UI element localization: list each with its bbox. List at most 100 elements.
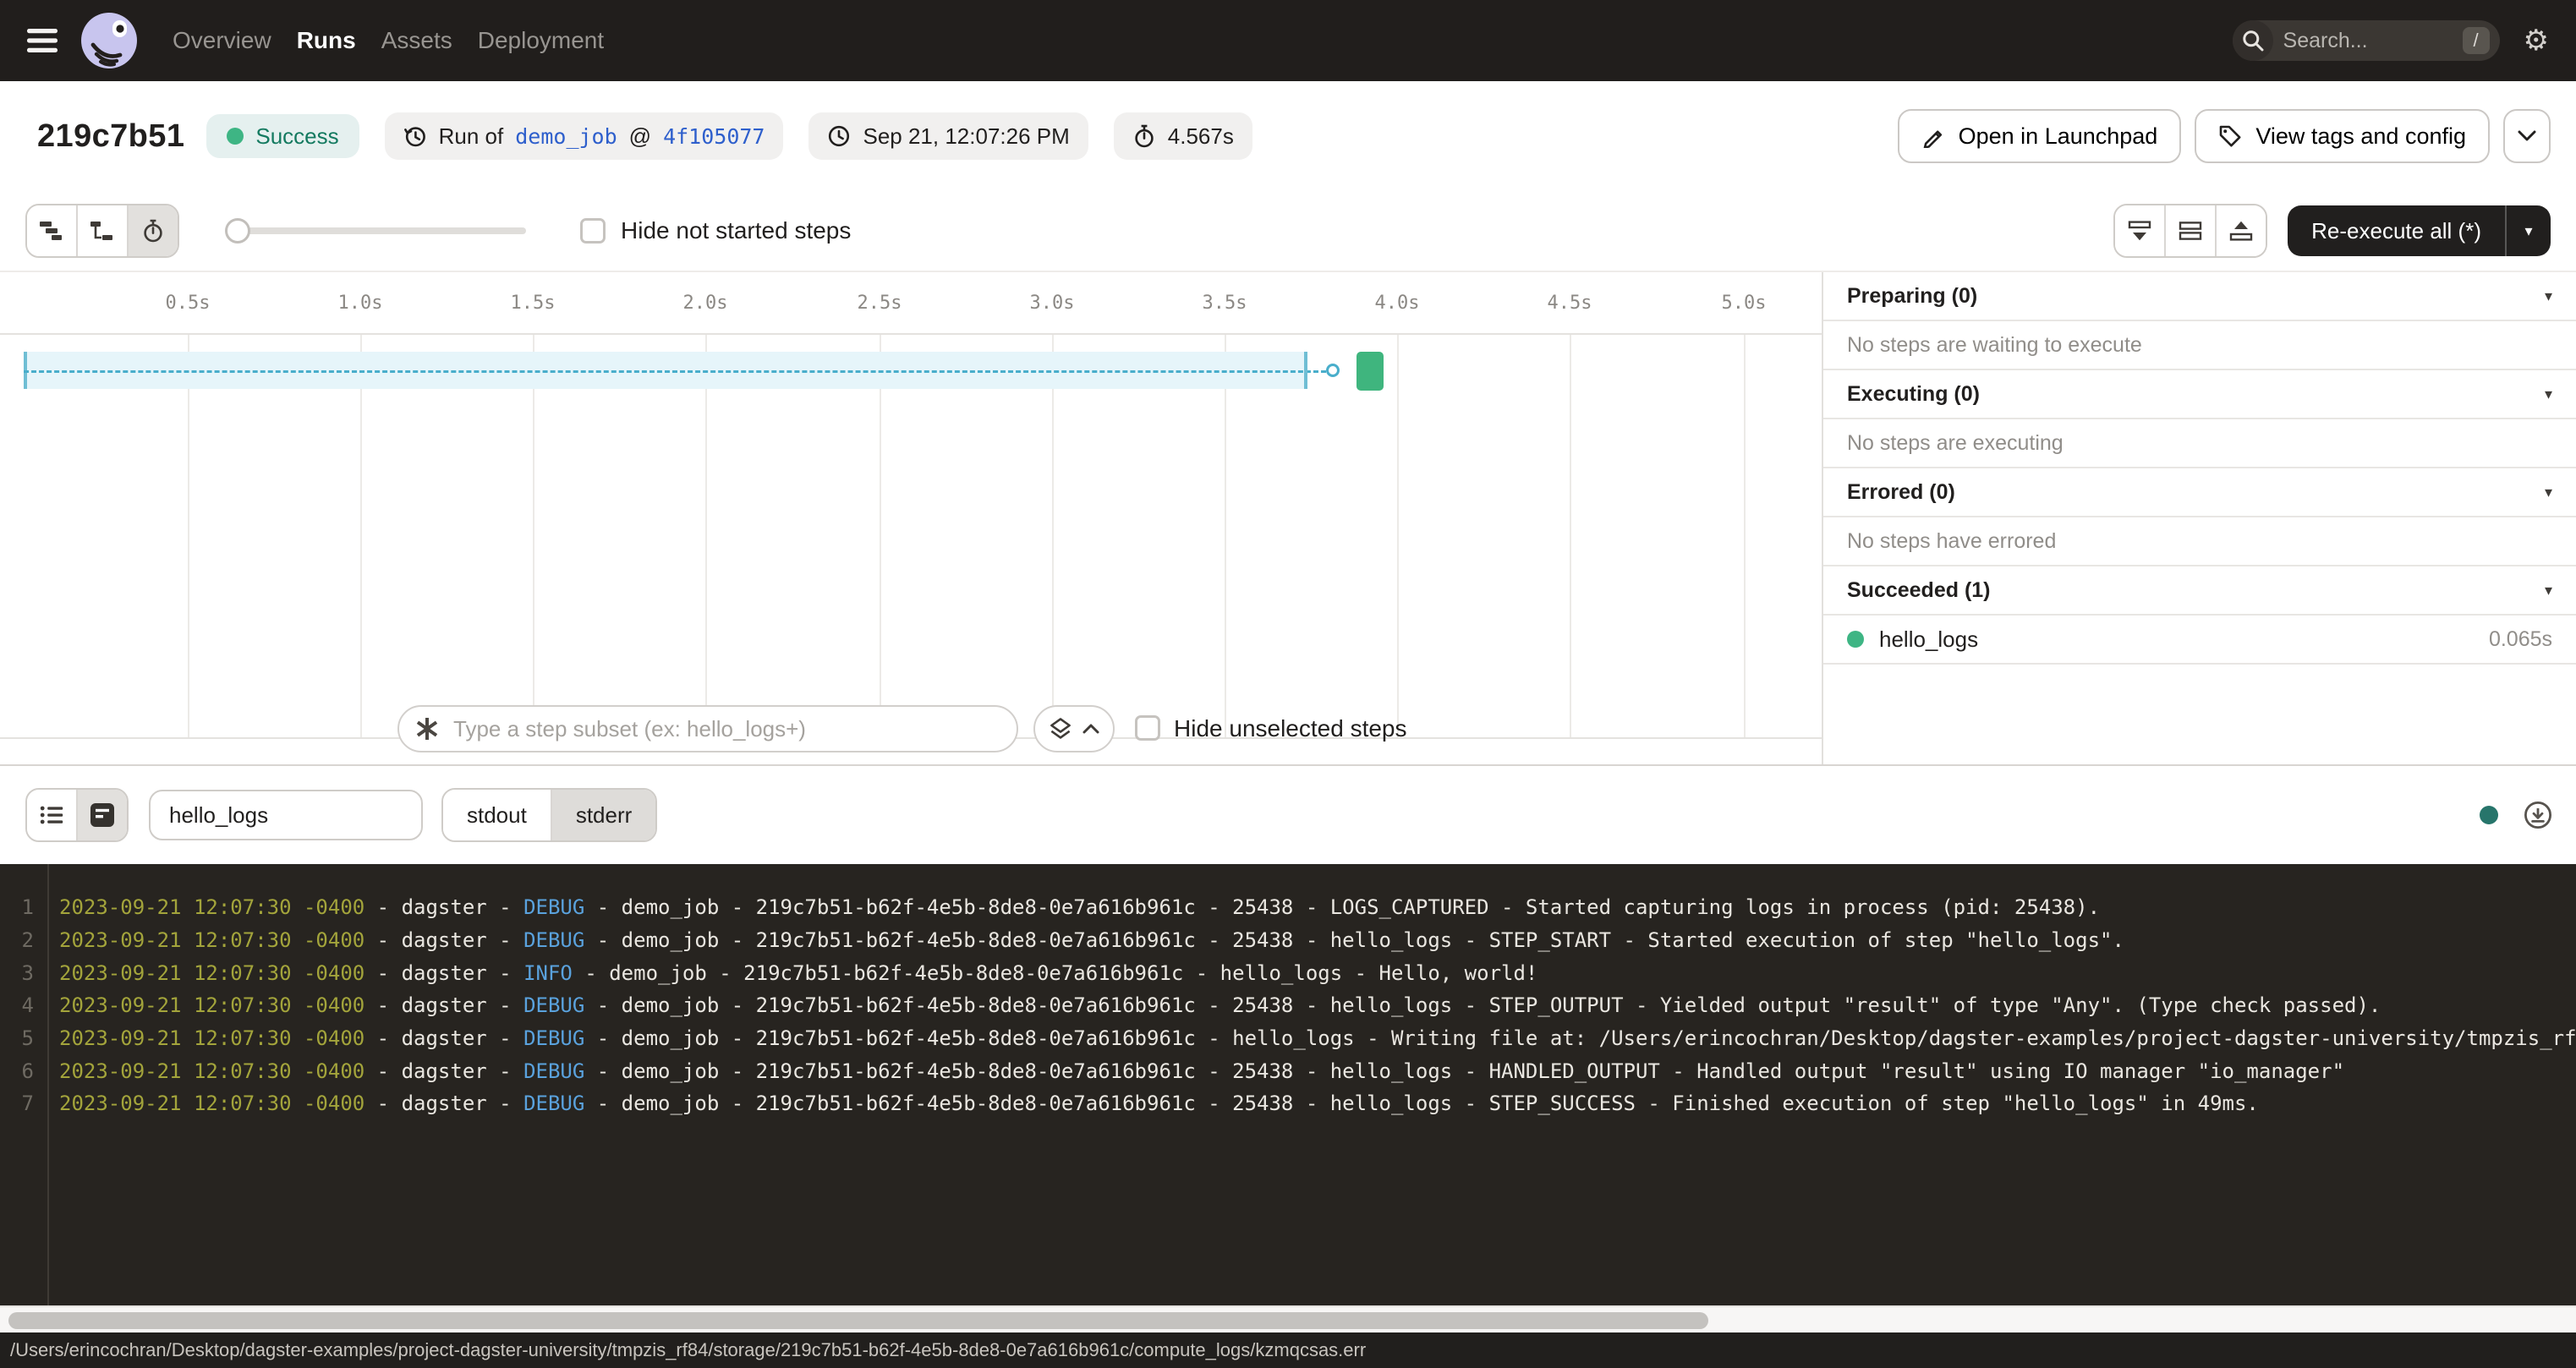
line-number: 3 bbox=[0, 961, 34, 985]
step-subset-input[interactable] bbox=[450, 714, 1000, 744]
gridline bbox=[360, 335, 362, 737]
run-of-tag: Run of demo_job @ 4f105077 bbox=[385, 112, 784, 160]
section-errored[interactable]: Errored (0) ▾ bbox=[1823, 468, 2576, 517]
log-line[interactable]: 2 2023-09-21 12:07:30 -0400 - dagster - … bbox=[0, 924, 2576, 957]
chevron-down-icon[interactable]: ▾ bbox=[2545, 484, 2552, 501]
commit-link[interactable]: 4f105077 bbox=[663, 124, 765, 149]
gantt-zoom-slider[interactable] bbox=[225, 218, 526, 244]
gantt-waterfall-view-button[interactable] bbox=[78, 205, 129, 256]
log-line[interactable]: 1 2023-09-21 12:07:30 -0400 - dagster - … bbox=[0, 891, 2576, 924]
log-line[interactable]: 7 2023-09-21 12:07:30 -0400 - dagster - … bbox=[0, 1087, 2576, 1120]
status-badge: Success bbox=[206, 114, 359, 158]
log-toolbar-right bbox=[2480, 801, 2552, 829]
gear-icon[interactable]: ⚙ bbox=[2524, 26, 2549, 55]
history-icon bbox=[403, 124, 427, 148]
log-line[interactable]: 3 2023-09-21 12:07:30 -0400 - dagster - … bbox=[0, 956, 2576, 989]
search-input[interactable] bbox=[2280, 27, 2442, 55]
gantt-canvas[interactable]: 0.5s 1.0s 1.5s 2.0s 2.5s 3.0s 3.5s 4.0s … bbox=[0, 272, 1822, 766]
log-viewer[interactable]: 1 2023-09-21 12:07:30 -0400 - dagster - … bbox=[0, 864, 2576, 1305]
job-name-link[interactable]: demo_job bbox=[515, 124, 617, 149]
log-lines: 1 2023-09-21 12:07:30 -0400 - dagster - … bbox=[0, 891, 2576, 1120]
download-log-icon[interactable] bbox=[2524, 801, 2552, 829]
global-search[interactable]: / bbox=[2233, 20, 2500, 61]
gridline bbox=[533, 335, 534, 737]
dagster-logo[interactable] bbox=[81, 13, 137, 68]
collapse-down-panel-button[interactable] bbox=[2115, 205, 2166, 256]
chevron-down-icon[interactable]: ▾ bbox=[2545, 287, 2552, 305]
section-executing[interactable]: Executing (0) ▾ bbox=[1823, 370, 2576, 419]
waiting-band-end-line bbox=[1304, 352, 1307, 389]
log-line[interactable]: 6 2023-09-21 12:07:30 -0400 - dagster - … bbox=[0, 1054, 2576, 1087]
section-succeeded[interactable]: Succeeded (1) ▾ bbox=[1823, 566, 2576, 616]
chevron-down-icon[interactable]: ▾ bbox=[2545, 386, 2552, 403]
gridline bbox=[705, 335, 707, 737]
gantt-timed-view-button[interactable] bbox=[129, 205, 178, 256]
chevron-up-icon bbox=[1082, 723, 1099, 735]
tab-stderr[interactable]: stderr bbox=[551, 790, 655, 840]
line-number: 1 bbox=[0, 895, 34, 919]
slider-track[interactable] bbox=[225, 227, 526, 234]
hide-not-started-label[interactable]: Hide not started steps bbox=[621, 217, 851, 244]
axis-tick: 2.5s bbox=[858, 293, 902, 314]
layers-icon bbox=[1049, 717, 1072, 741]
open-in-launchpad-button[interactable]: Open in Launchpad bbox=[1898, 109, 2182, 163]
expand-up-panel-button[interactable] bbox=[2217, 205, 2266, 256]
succeeded-step-row[interactable]: hello_logs 0.065s bbox=[1823, 616, 2576, 665]
hide-unselected-label[interactable]: Hide unselected steps bbox=[1174, 715, 1407, 742]
view-tags-config-label: View tags and config bbox=[2255, 123, 2466, 150]
log-line[interactable]: 4 2023-09-21 12:07:30 -0400 - dagster - … bbox=[0, 989, 2576, 1022]
axis-tick: 5.0s bbox=[1722, 293, 1767, 314]
gantt-step-bar-hello-logs[interactable] bbox=[1357, 352, 1384, 391]
gantt-toolbar-right: Re-execute all (*) ▾ bbox=[2113, 204, 2551, 258]
run-of-sep: @ bbox=[629, 123, 651, 150]
step-subset-row: Hide unselected steps bbox=[0, 705, 1822, 752]
gantt-flat-view-button[interactable] bbox=[27, 205, 78, 256]
scrollbar-thumb[interactable] bbox=[8, 1312, 1708, 1329]
log-io-tabs: stdout stderr bbox=[441, 788, 657, 842]
section-title: Preparing (0) bbox=[1847, 284, 1977, 309]
log-filter-input[interactable] bbox=[149, 790, 423, 840]
line-number: 5 bbox=[0, 1026, 34, 1050]
view-tags-config-button[interactable]: View tags and config bbox=[2195, 109, 2490, 163]
nav-tab-deployment[interactable]: Deployment bbox=[478, 27, 604, 54]
run-id-title: 219c7b51 bbox=[37, 118, 184, 155]
section-preparing[interactable]: Preparing (0) ▾ bbox=[1823, 272, 2576, 321]
nav-tab-assets[interactable]: Assets bbox=[381, 27, 452, 54]
step-name-link[interactable]: hello_logs bbox=[1879, 627, 1978, 653]
hide-not-started-checkbox[interactable] bbox=[580, 218, 606, 244]
log-file-path: /Users/erincochran/Desktop/dagster-examp… bbox=[10, 1339, 1366, 1361]
axis-tick: 3.5s bbox=[1203, 293, 1247, 314]
structured-log-view-button[interactable] bbox=[27, 790, 78, 840]
pencil-icon bbox=[1921, 124, 1945, 148]
dependency-dashed-line bbox=[24, 370, 1326, 373]
clock-icon bbox=[827, 124, 851, 148]
axis-tick: 0.5s bbox=[166, 293, 211, 314]
open-in-launchpad-label: Open in Launchpad bbox=[1959, 123, 2158, 150]
chevron-down-icon[interactable]: ▾ bbox=[2545, 582, 2552, 599]
split-panels-button[interactable] bbox=[2166, 205, 2217, 256]
raw-log-view-button[interactable] bbox=[78, 790, 127, 840]
axis-tick: 1.5s bbox=[511, 293, 556, 314]
hamburger-menu-icon[interactable] bbox=[27, 29, 58, 52]
run-actions-dropdown-button[interactable] bbox=[2503, 109, 2551, 163]
gridline bbox=[1570, 335, 1571, 737]
tab-stdout[interactable]: stdout bbox=[443, 790, 551, 840]
reexecute-all-button[interactable]: Re-execute all (*) ▾ bbox=[2288, 205, 2551, 256]
hide-unselected-checkbox[interactable] bbox=[1135, 715, 1160, 741]
slider-thumb[interactable] bbox=[225, 218, 250, 244]
graph-query-toggle-button[interactable] bbox=[1033, 705, 1115, 752]
log-line[interactable]: 5 2023-09-21 12:07:30 -0400 - dagster - … bbox=[0, 1022, 2576, 1055]
nav-tab-overview[interactable]: Overview bbox=[173, 27, 271, 54]
reexecute-dropdown-caret[interactable]: ▾ bbox=[2505, 205, 2551, 256]
gridline bbox=[880, 335, 881, 737]
gantt-chart-region: 0.5s 1.0s 1.5s 2.0s 2.5s 3.0s 3.5s 4.0s … bbox=[0, 271, 2576, 766]
log-view-mode-group bbox=[25, 788, 129, 842]
timestamp-tag: Sep 21, 12:07:26 PM bbox=[808, 112, 1088, 160]
op-selector-icon bbox=[416, 718, 438, 740]
horizontal-scrollbar[interactable] bbox=[0, 1305, 2576, 1332]
section-preparing-caption: No steps are waiting to execute bbox=[1823, 321, 2576, 370]
gridline bbox=[1052, 335, 1054, 737]
duration-label: 4.567s bbox=[1168, 123, 1234, 150]
nav-tab-runs[interactable]: Runs bbox=[297, 27, 356, 54]
caption-text: No steps are waiting to execute bbox=[1847, 333, 2142, 358]
